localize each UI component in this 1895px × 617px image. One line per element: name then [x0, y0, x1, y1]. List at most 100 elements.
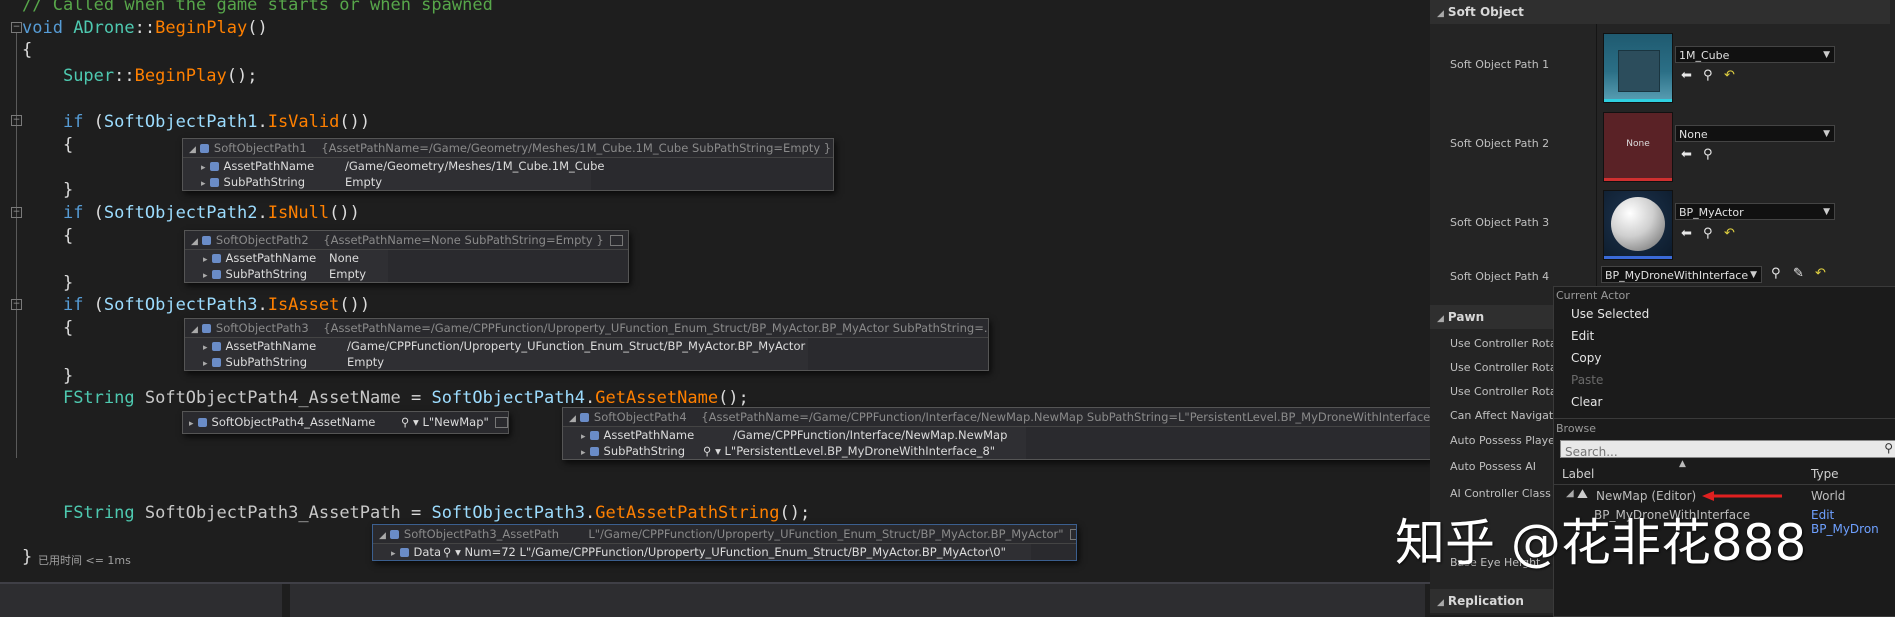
datatip-name: SoftObjectPath3 — [215, 321, 309, 335]
fold-toggle[interactable]: − — [11, 207, 22, 218]
fold-toggle[interactable]: − — [11, 115, 22, 126]
call-close: () — [329, 203, 350, 223]
datatip-name: SoftObjectPath2 — [215, 233, 309, 247]
tree-expand-icon[interactable]: ◢ — [1566, 488, 1574, 499]
reset-icon[interactable]: ↶ — [1724, 226, 1735, 241]
chevron-down-icon: ▼ — [1823, 207, 1830, 217]
scope-sep: :: — [134, 18, 156, 38]
section-soft-object[interactable]: ◢ Soft Object — [1430, 0, 1890, 24]
menu-item-paste[interactable]: Paste — [1571, 373, 1603, 387]
pin-icon[interactable] — [494, 417, 508, 428]
menu-item-use-selected[interactable]: Use Selected — [1571, 307, 1649, 321]
prop-label: Auto Possess Player — [1450, 434, 1560, 447]
code-line-comment: // Called when the game starts or when s… — [22, 0, 493, 16]
datatip-row[interactable]: ▸ AssetPathName None — [185, 250, 388, 266]
actor-combo-4[interactable]: BP_MyDroneWithInterface ▼ — [1601, 266, 1762, 283]
field-value: Empty — [329, 267, 367, 281]
var-sop2: SoftObjectPath2 — [103, 203, 258, 223]
browse-search-icon[interactable]: ⚲ — [1771, 266, 1781, 281]
datatip-softobjectpath1[interactable]: ◢ SoftObjectPath1 {AssetPathName=/Game/Ge… — [182, 138, 834, 191]
browse-search-icon[interactable]: ⚲ — [1703, 147, 1713, 162]
list-item-edit-link[interactable]: Edit BP_MyDron — [1811, 508, 1895, 536]
magnifier-icon[interactable]: ⚲ ▾ — [443, 545, 461, 559]
assign: = — [400, 388, 432, 408]
field-value: Empty — [345, 175, 383, 189]
column-header-type[interactable]: Type — [1811, 467, 1839, 481]
field-icon — [589, 431, 599, 440]
field-name: AssetPathName — [603, 428, 695, 442]
parens: () — [247, 18, 268, 38]
asset-combo-2[interactable]: None ▼ — [1675, 125, 1835, 142]
var-assetpath: SoftObjectPath3_AssetPath — [144, 503, 401, 523]
comment-text: // Called when the game starts or when s… — [22, 0, 493, 15]
field-value: /Game/Geometry/Meshes/1M_Cube.1M_Cube — [345, 159, 605, 173]
code-line-brace: } — [22, 546, 32, 568]
datatip-row[interactable]: ▸ AssetPathName/Game/Geometry/Meshes/1M_C… — [183, 158, 604, 174]
browse-search-icon[interactable]: ⚲ — [1703, 68, 1713, 83]
datatip-softobjectpath4[interactable]: ◢ SoftObjectPath4 {AssetPathName=/Game/CP… — [562, 407, 1430, 460]
prop-label: Soft Object Path 1 — [1450, 58, 1550, 71]
use-selected-arrow-icon[interactable]: ⬅ — [1681, 147, 1692, 162]
code-editor[interactable]: // Called when the game starts or when s… — [0, 0, 1430, 582]
chevron-down-icon: ▼ — [1823, 50, 1830, 60]
field-name: SubPathString — [225, 267, 308, 281]
stmt-end: (); — [718, 388, 749, 408]
datatip-assetname[interactable]: ▸ SoftObjectPath4_AssetName ⚲ ▾ L"NewMap" — [182, 411, 509, 434]
datatip-row[interactable]: ▸ SubPathString ⚲ ▾ L"PersistentLevel.BP_M… — [563, 443, 1026, 459]
datatip-header: ◢ SoftObjectPath4 {AssetPathName=/Game/CP… — [563, 408, 1430, 427]
search-input[interactable] — [1561, 443, 1867, 461]
magnifier-icon[interactable]: ⚲ ▾ — [703, 444, 721, 458]
use-selected-arrow-icon[interactable]: ⬅ — [1681, 68, 1692, 83]
asset-combo-3[interactable]: BP_MyActor ▼ — [1675, 203, 1835, 220]
pin-icon[interactable] — [1069, 529, 1076, 540]
magnifier-icon[interactable]: ⚲ ▾ — [401, 415, 419, 429]
field-icon — [209, 162, 219, 171]
field-name: AssetPathName — [223, 159, 315, 173]
datatip-row[interactable]: ▸ Data ⚲ ▾ Num=72 L"/Game/CPPFunction/Upro… — [373, 544, 1031, 560]
asset-combo-1[interactable]: 1M_Cube ▼ — [1675, 46, 1835, 63]
datatip-row[interactable]: ▸ AssetPathName/Game/CPPFunction/Upropert… — [185, 338, 808, 354]
section-title: Replication — [1447, 594, 1524, 608]
prop-label: Auto Possess AI — [1450, 460, 1536, 473]
menu-item-copy[interactable]: Copy — [1571, 351, 1601, 365]
asset-thumbnail-actor[interactable] — [1603, 190, 1673, 260]
reset-icon[interactable]: ↶ — [1815, 266, 1826, 281]
datatip-row[interactable]: ▸ AssetPathName/Game/CPPFunction/Interfac… — [563, 427, 1026, 443]
fold-toggle[interactable]: − — [11, 22, 22, 33]
actor-search-box[interactable]: ⚲ — [1560, 440, 1895, 461]
column-header-label[interactable]: Label — [1562, 467, 1594, 481]
type-fstring: FString — [62, 388, 135, 408]
menu-item-clear[interactable]: Clear — [1571, 395, 1602, 409]
list-header: Label ▲ Type — [1554, 459, 1895, 485]
dot: . — [584, 503, 596, 523]
use-selected-arrow-icon[interactable]: ⬅ — [1681, 226, 1692, 241]
struct-icon — [579, 413, 589, 422]
datatip-name: SoftObjectPath4 — [593, 410, 687, 424]
field-name: SubPathString — [223, 175, 306, 189]
field-value: Empty — [347, 355, 385, 369]
fold-toggle[interactable]: − — [11, 299, 22, 310]
asset-thumbnail-cube[interactable] — [1603, 33, 1673, 103]
var-sop3: SoftObjectPath3 — [431, 503, 585, 523]
datatip-row[interactable]: ▸ SubPathString Empty — [185, 266, 388, 282]
reset-icon[interactable]: ↶ — [1724, 68, 1735, 83]
datatip-row[interactable]: ▸ SubPathString Empty — [185, 354, 808, 370]
datatip-assetpath[interactable]: ◢ SoftObjectPath3_AssetPath L"/Game/CPPFu… — [372, 524, 1077, 561]
var-sop3: SoftObjectPath3 — [103, 295, 258, 315]
field-value: /Game/CPPFunction/Uproperty_UFunction_En… — [347, 339, 806, 353]
combo-value: None — [1679, 128, 1708, 141]
datatip-softobjectpath2[interactable]: ◢ SoftObjectPath2 {AssetPathName=None Sub… — [184, 230, 629, 283]
menu-item-edit[interactable]: Edit — [1571, 329, 1594, 343]
scope-sep: :: — [114, 66, 135, 86]
call-isnull: IsNull — [267, 203, 330, 223]
eyedropper-icon[interactable]: ✎ — [1793, 266, 1804, 281]
code-line-brace: { — [22, 39, 32, 61]
datatip-row[interactable]: ▸ SubPathString Empty — [183, 174, 591, 190]
if-close: ) — [359, 112, 371, 132]
asset-thumbnail-none[interactable]: None — [1603, 112, 1673, 182]
browse-search-icon[interactable]: ⚲ — [1703, 226, 1713, 241]
column-divider — [1596, 0, 1597, 286]
datatip-softobjectpath3[interactable]: ◢ SoftObjectPath3 {AssetPathName=/Game/CP… — [184, 318, 989, 371]
pin-icon[interactable] — [609, 235, 623, 246]
struct-icon — [199, 144, 209, 153]
